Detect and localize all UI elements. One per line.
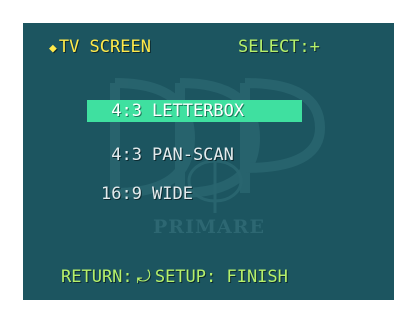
menu-item-label: WIDE — [152, 184, 193, 204]
menu-item-ratio: 4:3 — [111, 101, 142, 121]
menu-item-pan-scan[interactable]: 4:3 PAN-SCAN — [87, 144, 302, 166]
osd-footer: RETURN: ⤾ SETUP: FINISH — [61, 267, 288, 287]
setup-finish-label: SETUP: FINISH — [154, 267, 288, 287]
watermark-brand-text: PRIMARE — [153, 216, 266, 238]
page: PRIMARE ◆ TV SCREEN SELECT:+ 4:3 LETTERBOX… — [0, 0, 403, 315]
menu-item-ratio: 16:9 — [101, 184, 142, 204]
return-label: RETURN: — [61, 267, 133, 287]
diamond-icon: ◆ — [49, 41, 57, 56]
return-arrow-icon: ⤾ — [136, 267, 151, 287]
title-text: TV SCREEN — [58, 37, 151, 57]
tv-osd-screen: PRIMARE ◆ TV SCREEN SELECT:+ 4:3 LETTERBOX… — [23, 23, 394, 300]
osd-title: ◆ TV SCREEN — [49, 37, 151, 57]
menu-item-label: PAN-SCAN — [152, 145, 234, 165]
menu-item-wide[interactable]: 16:9 WIDE — [87, 183, 302, 205]
select-hint: SELECT:+ — [238, 37, 320, 57]
menu-item-letterbox[interactable]: 4:3 LETTERBOX — [87, 100, 302, 122]
menu-item-label: LETTERBOX — [152, 101, 245, 121]
menu-item-ratio: 4:3 — [111, 145, 142, 165]
